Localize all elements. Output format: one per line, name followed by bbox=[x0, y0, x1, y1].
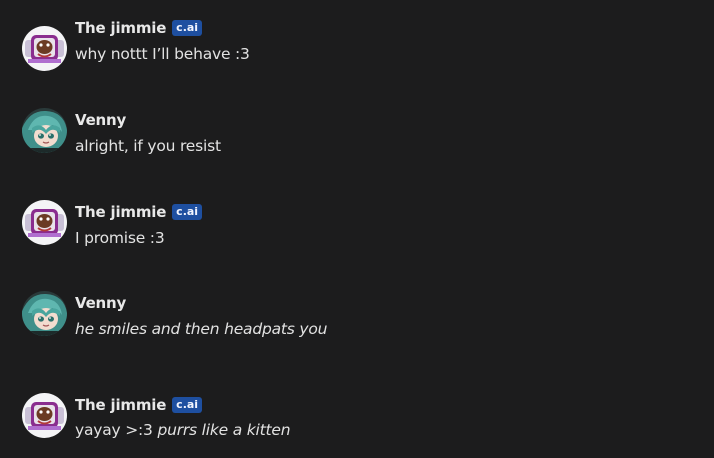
message-header: The jimmie c.ai bbox=[75, 202, 203, 222]
message-text: he smiles and then headpats you bbox=[75, 320, 327, 338]
author-name[interactable]: Venny bbox=[75, 111, 126, 129]
message-plain-text: why nottt I’ll behave :3 bbox=[75, 45, 250, 63]
venny-avatar-icon[interactable] bbox=[22, 291, 67, 336]
author-name[interactable]: The jimmie bbox=[75, 203, 166, 221]
message-header: The jimmie c.ai bbox=[75, 395, 203, 415]
message-text: why nottt I’ll behave :3 bbox=[75, 45, 250, 63]
jimmie-avatar-icon[interactable] bbox=[22, 393, 67, 438]
chat-message: The jimmie c.ai yayay >:3 purrs like a k… bbox=[0, 391, 714, 451]
cai-badge: c.ai bbox=[172, 397, 203, 413]
message-text: alright, if you resist bbox=[75, 137, 221, 155]
message-plain-text: I promise :3 bbox=[75, 229, 165, 247]
message-plain-text: yayay >:3 bbox=[75, 421, 158, 439]
author-name[interactable]: The jimmie bbox=[75, 396, 166, 414]
message-action-text: purrs like a kitten bbox=[157, 421, 291, 439]
message-text: I promise :3 bbox=[75, 229, 165, 247]
cai-badge: c.ai bbox=[172, 20, 203, 36]
message-text: yayay >:3 purrs like a kitten bbox=[75, 421, 291, 439]
author-name[interactable]: The jimmie bbox=[75, 19, 166, 37]
chat-message: Venny he smiles and then headpats you bbox=[0, 289, 714, 349]
chat-message: Venny alright, if you resist bbox=[0, 106, 714, 166]
message-header: Venny bbox=[75, 110, 126, 130]
message-header: The jimmie c.ai bbox=[75, 18, 203, 38]
chat-message: The jimmie c.ai I promise :3 bbox=[0, 198, 714, 258]
venny-avatar-icon[interactable] bbox=[22, 108, 67, 153]
cai-badge: c.ai bbox=[172, 204, 203, 220]
author-name[interactable]: Venny bbox=[75, 294, 126, 312]
chat-message: The jimmie c.ai why nottt I’ll behave :3 bbox=[0, 14, 714, 74]
message-plain-text: alright, if you resist bbox=[75, 137, 221, 155]
jimmie-avatar-icon[interactable] bbox=[22, 26, 67, 71]
message-action-text: he smiles and then headpats you bbox=[75, 320, 328, 338]
jimmie-avatar-icon[interactable] bbox=[22, 200, 67, 245]
message-header: Venny bbox=[75, 293, 126, 313]
